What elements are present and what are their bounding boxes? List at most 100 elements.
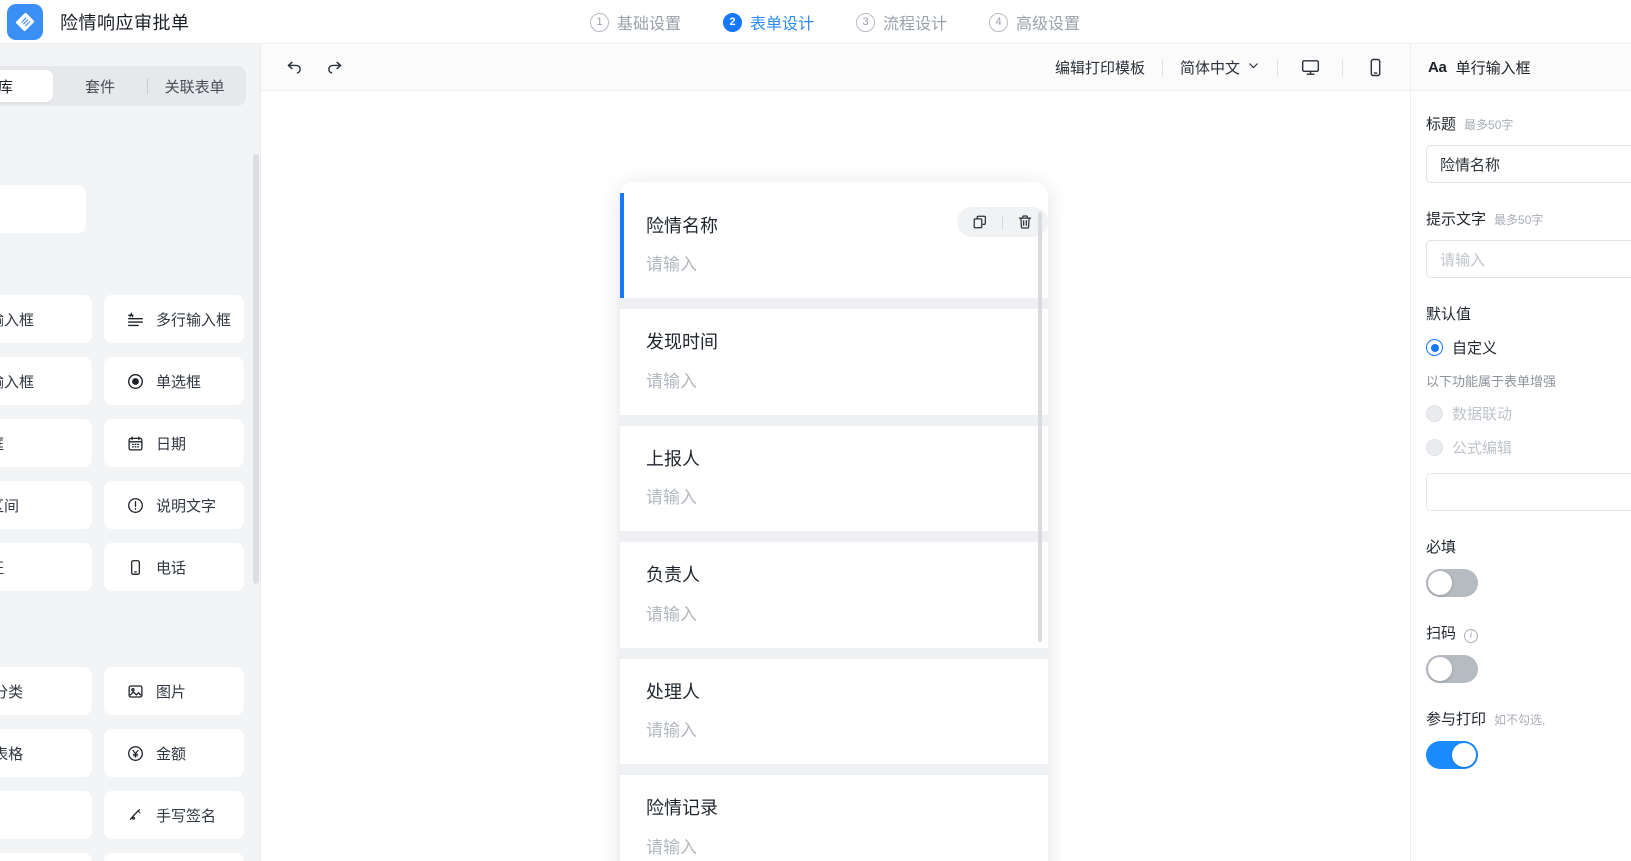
form-field-row[interactable]: 处理人 请输入 [620,658,1048,765]
field-placeholder: 请输入 [646,604,697,624]
component-label: 图片 [156,683,187,701]
default-value-block: 默认值 自定义 以下功能属于表单增强 数据联动 公式编辑 [1426,303,1631,511]
step-label: 表单设计 [750,16,815,33]
form-field-row[interactable]: 上报人 请输入 [620,425,1048,532]
step-number: 1 [590,12,609,32]
component-item-date-range[interactable]: 期区间 [0,481,92,529]
print-include-toggle[interactable] [1426,741,1478,769]
scan-code-toggle[interactable] [1426,655,1478,683]
component-item-cascade[interactable]: 联/分类 [0,667,92,715]
form-preview-card: 险情名称 请输入 发现时间 请输入 上报人 请输入 负责人 请输入 处理人 请输… [620,182,1048,861]
step-label: 基础设置 [617,16,682,33]
component-item-id-card[interactable]: 分证 [0,543,92,591]
placeholder-field-block: 提示文字 最多50字 请输入 [1426,208,1631,278]
form-preview-scrollbar[interactable] [1038,212,1042,642]
copy-icon[interactable] [971,213,989,231]
title-hint: 最多50字 [1464,118,1514,132]
component-label: 手写签名 [156,807,217,825]
language-selector[interactable]: 简体中文 [1180,57,1260,78]
step-basic-settings[interactable]: 1 基础设置 [590,10,681,34]
radio-icon [1426,339,1443,356]
component-library-panel: 库 套件 关联表单 栏 行输入框 多行输入框 [0,44,261,861]
title-label: 标题 [1426,116,1457,133]
component-label: 日期 [156,435,187,453]
title-input[interactable]: 险情名称 [1426,145,1631,183]
step-number: 2 [723,12,743,32]
tab-related-forms[interactable]: 关联表单 [147,70,242,102]
component-item-phone[interactable]: 电话 [104,543,244,591]
component-item-attachment[interactable]: 件 [0,791,92,839]
component-item-section[interactable]: 栏 [0,185,86,233]
component-item-detail-table[interactable]: 细/表格 [0,729,92,777]
radio-icon [126,372,144,390]
field-label: 处理人 [646,681,700,702]
toolbar-divider [1342,58,1343,77]
field-label: 险情记录 [646,798,718,819]
default-value-input[interactable] [1426,473,1631,511]
component-item-external-contact[interactable]: 部联系人 [0,853,92,861]
monitor-icon[interactable] [1295,53,1325,83]
enhancement-note: 以下功能属于表单增强 [1426,374,1557,389]
undo-arrow-icon[interactable] [279,52,309,82]
signature-icon [126,806,144,824]
required-label: 必填 [1426,539,1457,556]
info-icon[interactable]: i [1464,629,1479,643]
required-toggle[interactable] [1426,569,1478,597]
component-label: 多行输入框 [156,311,232,329]
component-label: 金额 [156,745,187,763]
tab-suites[interactable]: 套件 [53,70,148,102]
component-list-scrollbar[interactable] [253,154,259,584]
info-circle-icon [126,496,144,514]
component-grid-spacer [0,605,244,653]
component-item-image[interactable]: 图片 [104,667,244,715]
tab-component-library[interactable]: 库 [0,70,53,102]
component-item-date[interactable]: 日期 [104,419,244,467]
field-label: 发现时间 [646,332,718,353]
field-properties-panel: Aa 单行输入框 标题 最多50字 险情名称 提示文字 最多50字 请输入 默认… [1410,44,1631,861]
scan-code-label: 扫码 [1426,625,1457,642]
default-value-custom-option[interactable]: 自定义 [1426,337,1631,358]
form-designer-app: 险情响应审批单 1 基础设置 2 表单设计 3 流程设计 4 高级设置 库 套件 [0,0,1631,861]
page-title: 险情响应审批单 [60,12,190,33]
component-item-checkbox[interactable]: 选框 [0,419,92,467]
redo-arrow-icon[interactable] [319,52,349,82]
component-item-number-input[interactable]: 字输入框 [0,357,92,405]
print-include-block: 参与打印 如不勾选, [1426,708,1631,769]
default-value-data-link-option: 数据联动 [1426,403,1631,424]
canvas-toolbar: 编辑打印模板 简体中文 [261,44,1410,91]
component-label: 期区间 [0,497,20,515]
form-field-row[interactable]: 险情记录 请输入 [620,775,1048,861]
edit-print-template-button[interactable]: 编辑打印模板 [1055,57,1145,78]
image-icon [126,682,144,700]
phone-icon [126,558,144,576]
component-item-radio[interactable]: 单选框 [104,357,244,405]
field-type-abbr: Aa [1428,58,1447,76]
radio-icon [1426,439,1443,456]
component-item-signature[interactable]: 手写签名 [104,791,244,839]
field-placeholder: 请输入 [646,255,697,275]
radio-icon [1426,405,1443,422]
form-field-row[interactable]: 负责人 请输入 [620,542,1048,648]
step-flow-design[interactable]: 3 流程设计 [856,10,947,34]
form-field-row[interactable]: 发现时间 请输入 [620,309,1048,415]
placeholder-field-label-row: 提示文字 最多50字 [1426,208,1631,229]
form-field-row[interactable]: 险情名称 请输入 [620,193,1048,299]
component-label: 单选框 [156,373,202,391]
step-form-design[interactable]: 2 表单设计 [723,10,814,34]
scan-code-label-row: 扫码 i [1426,622,1631,643]
mobile-preview-icon[interactable] [1360,53,1390,83]
placeholder-input[interactable]: 请输入 [1426,240,1631,278]
placeholder-label: 提示文字 [1426,211,1487,228]
trash-icon[interactable] [1016,213,1034,231]
option-label: 自定义 [1452,340,1498,357]
step-advanced-settings[interactable]: 4 高级设置 [989,10,1080,34]
step-label: 高级设置 [1016,16,1081,33]
step-label: 流程设计 [883,16,948,33]
component-item-contact[interactable]: 联系人 [104,853,244,861]
component-item-money[interactable]: 金额 [104,729,244,777]
component-item-description-text[interactable]: 说明文字 [104,481,244,529]
field-placeholder: 请输入 [646,488,697,508]
language-label: 简体中文 [1179,60,1240,77]
component-item-single-line-input[interactable]: 行输入框 [0,295,92,343]
component-item-multi-line-input[interactable]: 多行输入框 [104,295,244,343]
